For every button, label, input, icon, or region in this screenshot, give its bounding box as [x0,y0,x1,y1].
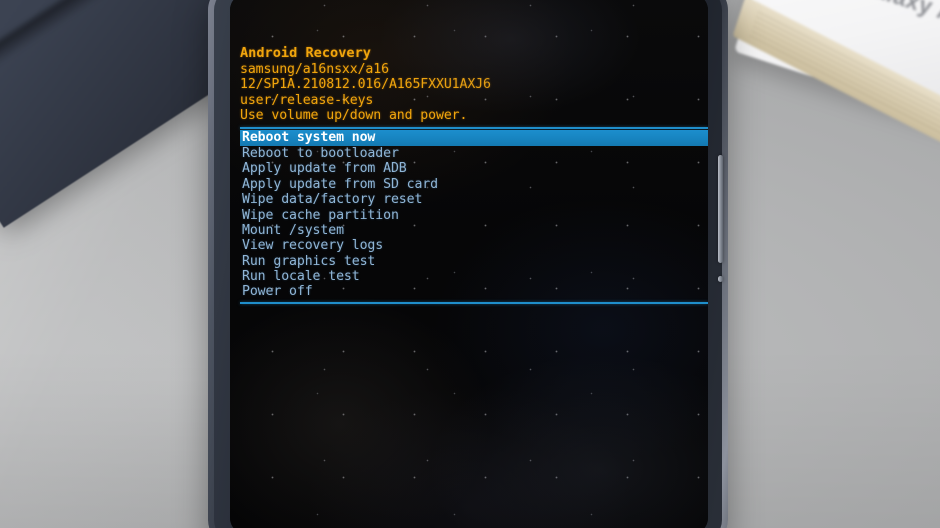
menu-item-view-recovery-logs[interactable]: View recovery logs [240,238,708,253]
menu-item-reboot-to-bootloader[interactable]: Reboot to bootloader [240,146,708,161]
recovery-instructions: Use volume up/down and power. [240,108,468,124]
menu-item-apply-update-from-adb[interactable]: Apply update from ADB [240,161,708,176]
menu-item-mount-system[interactable]: Mount /system [240,223,708,238]
recovery-keys-line: user/release-keys [240,92,374,108]
menu-item-run-locale-test[interactable]: Run locale test [240,269,708,284]
power-button[interactable] [718,155,723,263]
menu-item-wipe-data-factory-reset[interactable]: Wipe data/factory reset [240,192,708,207]
photo-scene: Galaxy A16 Android Recovery samsung/a16n… [0,0,940,528]
android-recovery-console: Android Recovery samsung/a16nsxx/a16 12/… [240,45,708,304]
menu-item-reboot-system-now[interactable]: Reboot system now [240,129,708,146]
recovery-build-line: 12/SP1A.210812.016/A165FXXU1AXJ6 [240,77,491,93]
menu-item-apply-update-from-sd-card[interactable]: Apply update from SD card [240,177,708,192]
volume-button[interactable] [718,276,723,282]
screen-glare-right [430,354,708,528]
phone-screen: Android Recovery samsung/a16nsxx/a16 12/… [230,0,708,528]
screen-glare-left [230,294,490,528]
menu-top-divider [240,126,708,129]
menu-bottom-divider [240,301,708,304]
recovery-title: Android Recovery [240,45,371,61]
recovery-device-line: samsung/a16nsxx/a16 [240,61,389,77]
menu-item-run-graphics-test[interactable]: Run graphics test [240,254,708,269]
menu-item-power-off[interactable]: Power off [240,284,708,299]
recovery-menu[interactable]: Reboot system now Reboot to bootloader App… [240,129,708,300]
menu-item-wipe-cache-partition[interactable]: Wipe cache partition [240,208,708,223]
phone-body: Android Recovery samsung/a16nsxx/a16 12/… [208,0,728,528]
